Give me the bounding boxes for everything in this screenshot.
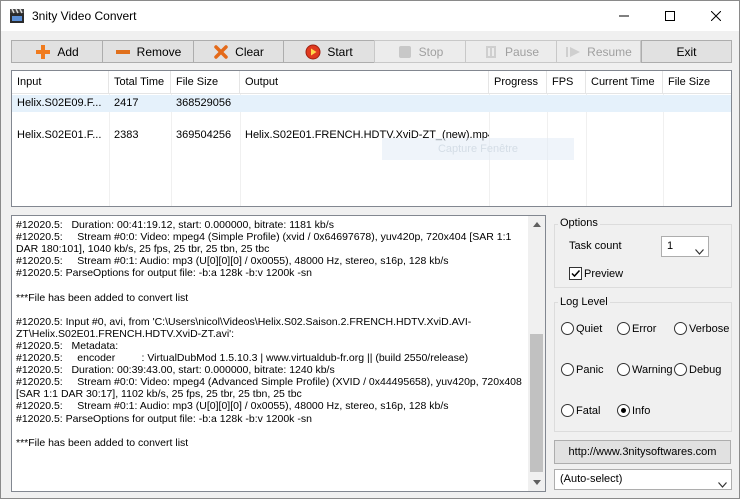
column-header-fps[interactable]: FPS — [547, 71, 586, 94]
log-output[interactable]: #12020.5: Duration: 00:41:19.12, start: … — [11, 215, 546, 492]
scroll-thumb[interactable] — [530, 334, 543, 472]
radio-panic-label: Panic — [576, 364, 604, 376]
stop-icon — [397, 44, 413, 60]
resume-button[interactable]: Resume — [556, 40, 641, 63]
resume-icon — [565, 44, 581, 60]
plus-icon — [35, 44, 51, 60]
remove-label: Remove — [136, 44, 182, 59]
radio-error-label: Error — [632, 323, 657, 335]
preview-label: Preview — [584, 268, 624, 280]
radio-error[interactable] — [617, 322, 630, 335]
website-link-button[interactable]: http://www.3nitysoftwares.com — [554, 440, 731, 464]
exit-label: Exit — [676, 44, 697, 59]
radio-panic[interactable] — [561, 363, 574, 376]
cell-input: Helix.S02E01.F... — [17, 129, 102, 141]
radio-verbose[interactable] — [674, 322, 687, 335]
exit-button[interactable]: Exit — [641, 40, 732, 63]
column-header-current-time[interactable]: Current Time — [586, 71, 663, 94]
column-header-progress[interactable]: Progress — [489, 71, 547, 94]
screen-capture-ghost-label: Capture Fenêtre — [382, 138, 574, 160]
pause-button[interactable]: Pause — [465, 40, 557, 63]
start-icon — [305, 44, 321, 60]
device-select-value: (Auto-select) — [560, 473, 623, 485]
task-count-select[interactable]: 1 — [661, 236, 709, 257]
window-title: 3nity Video Convert — [32, 9, 137, 23]
radio-debug-label: Debug — [689, 364, 722, 376]
stop-label: Stop — [418, 44, 444, 59]
scroll-down-arrow-icon[interactable] — [528, 474, 545, 491]
start-button[interactable]: Start — [283, 40, 375, 63]
clear-button[interactable]: Clear — [193, 40, 284, 63]
radio-verbose-label: Verbose — [689, 323, 730, 335]
clear-x-icon — [213, 44, 229, 60]
radio-quiet-label: Quiet — [576, 323, 603, 335]
pause-label: Pause — [504, 44, 540, 59]
column-header-file-size[interactable]: File Size — [171, 71, 240, 94]
minus-icon — [115, 44, 131, 60]
chevron-down-icon — [718, 476, 727, 495]
radio-fatal[interactable] — [561, 404, 574, 417]
cell-file-size: 369504256 — [176, 129, 232, 141]
maximize-button[interactable] — [647, 1, 693, 31]
film-clapper-icon — [9, 8, 25, 24]
list-header: Input Total Time File Size Output Progre… — [12, 71, 731, 94]
radio-info[interactable] — [617, 404, 630, 417]
radio-debug[interactable] — [674, 363, 687, 376]
device-select[interactable]: (Auto-select) — [554, 469, 732, 490]
column-header-output-file-size[interactable]: File Size — [663, 71, 731, 94]
pause-icon — [483, 44, 499, 60]
remove-button[interactable]: Remove — [102, 40, 194, 63]
chevron-down-icon — [695, 243, 704, 262]
column-header-output[interactable]: Output — [240, 71, 489, 94]
cell-input: Helix.S02E09.F... — [17, 97, 102, 109]
stop-button[interactable]: Stop — [374, 40, 466, 63]
table-row[interactable]: Helix.S02E01.F... 2383 369504256 Helix.S… — [12, 127, 731, 144]
radio-warning[interactable] — [617, 363, 630, 376]
log-text: #12020.5: Duration: 00:41:19.12, start: … — [16, 219, 522, 449]
conversion-list[interactable]: Input Total Time File Size Output Progre… — [11, 70, 732, 207]
column-header-input[interactable]: Input — [12, 71, 109, 94]
title-bar[interactable]: 3nity Video Convert — [1, 1, 739, 31]
resume-label: Resume — [587, 44, 632, 59]
radio-fatal-label: Fatal — [576, 405, 601, 417]
table-row[interactable]: Helix.S02E09.F... 2417 368529056 — [12, 95, 731, 112]
cell-file-size: 368529056 — [176, 97, 232, 109]
cell-total-time: 2417 — [114, 97, 139, 109]
task-count-label: Task count — [569, 240, 622, 252]
minimize-button[interactable] — [601, 1, 647, 31]
add-label: Add — [57, 44, 79, 59]
checkmark-icon — [571, 269, 581, 278]
preview-checkbox[interactable] — [569, 267, 582, 280]
cell-output — [240, 95, 489, 112]
log-level-group-title: Log Level — [558, 296, 610, 308]
cell-total-time: 2383 — [114, 129, 139, 141]
add-button[interactable]: Add — [11, 40, 103, 63]
clear-label: Clear — [235, 44, 264, 59]
close-button[interactable] — [693, 1, 739, 31]
task-count-value: 1 — [667, 240, 674, 252]
column-header-total-time[interactable]: Total Time — [109, 71, 171, 94]
options-group-title: Options — [558, 217, 600, 229]
radio-quiet[interactable] — [561, 322, 574, 335]
start-label: Start — [327, 44, 353, 59]
scroll-up-arrow-icon[interactable] — [528, 216, 545, 233]
log-scrollbar[interactable] — [528, 216, 545, 491]
app-window: 3nity Video Convert Add Remove Clear Sta… — [0, 0, 740, 499]
radio-warning-label: Warning — [632, 364, 673, 376]
radio-info-label: Info — [632, 405, 651, 417]
